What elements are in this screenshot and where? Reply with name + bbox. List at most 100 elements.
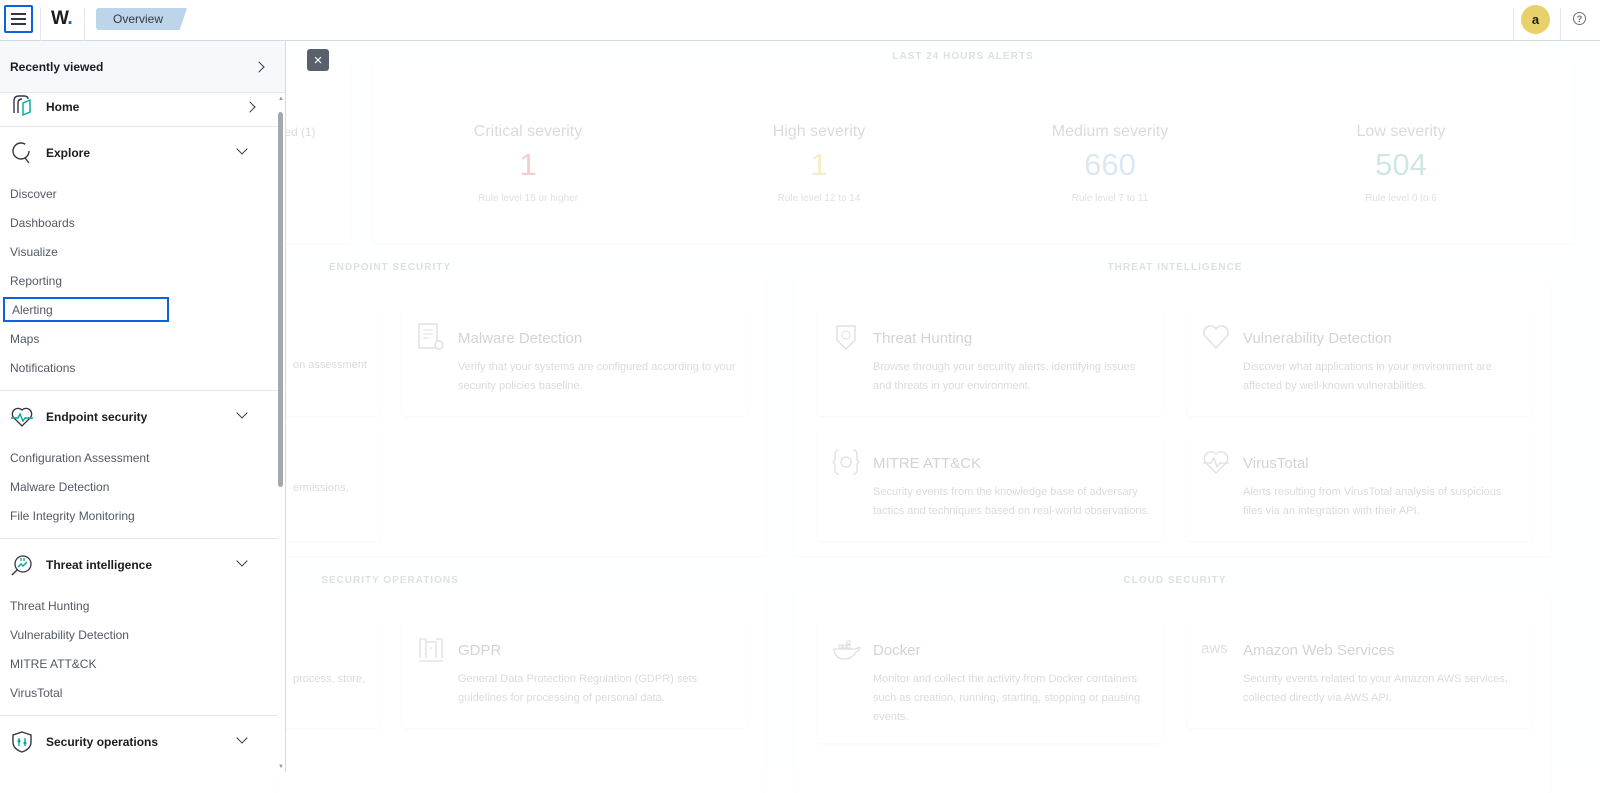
nav-item-file-integrity-monitoring[interactable]: File Integrity Monitoring — [0, 501, 278, 530]
nav-group-endpoint-security[interactable]: Endpoint security — [0, 391, 278, 443]
menu-toggle-button[interactable] — [4, 5, 33, 33]
logo-text: W — [51, 8, 68, 29]
nav-group-label: Threat intelligence — [46, 558, 153, 572]
card-title: Malware Detection — [458, 330, 583, 347]
critical-severity-stat[interactable]: Critical severity 1 Rule level 15 or hig… — [428, 123, 628, 204]
medium-severity-stat[interactable]: Medium severity 660 Rule level 7 to 11 — [1010, 123, 1210, 204]
broken-heart-icon — [1203, 325, 1229, 350]
nav-item-maps[interactable]: Maps — [0, 324, 278, 353]
gdpr-icon — [419, 638, 443, 662]
nav-item-malware-detection[interactable]: Malware Detection — [0, 472, 278, 501]
chevron-down-icon — [236, 555, 248, 567]
nav-item-mitre-attack[interactable]: MITRE ATT&CK — [0, 649, 278, 678]
heartbeat-icon — [1203, 451, 1229, 474]
nav-item-threat-hunting[interactable]: Threat Hunting — [0, 591, 278, 620]
shield-search-icon — [836, 325, 856, 350]
chevron-down-icon — [236, 407, 248, 419]
header-divider — [1560, 8, 1561, 41]
nav-group-label: Endpoint security — [46, 410, 148, 424]
severity-value[interactable]: 660 — [1010, 147, 1210, 183]
severity-value[interactable]: 504 — [1301, 147, 1501, 183]
nav-item-reporting[interactable]: Reporting — [0, 266, 278, 295]
gdpr-card[interactable]: GDPR General Data Protection Regulation … — [402, 618, 747, 728]
overview-page-background: cted (1) LAST 24 HOURS ALERTS Critical s… — [35, 41, 1600, 793]
mitre-attack-card[interactable]: MITRE ATT&CK Security events from the kn… — [817, 431, 1162, 541]
scroll-down-arrow-icon[interactable]: ▼ — [278, 764, 284, 770]
hamburger-icon — [11, 13, 26, 25]
vulnerability-detection-card[interactable]: Vulnerability Detection Discover what ap… — [1187, 306, 1532, 416]
cloud-security-title: CLOUD SECURITY — [1123, 575, 1227, 586]
chevron-right-icon — [244, 101, 256, 113]
nav-group-home[interactable]: Home — [0, 94, 278, 126]
low-severity-stat[interactable]: Low severity 504 Rule level 0 to 6 — [1301, 123, 1501, 204]
virustotal-card[interactable]: VirusTotal Alerts resulting from VirusTo… — [1187, 431, 1532, 541]
docker-whale-icon — [833, 640, 861, 660]
user-avatar[interactable]: a — [1521, 5, 1550, 34]
card-desc: Security events related to your Amazon A… — [1243, 673, 1508, 704]
severity-sub: Rule level 15 or higher — [477, 193, 579, 204]
card-title: Amazon Web Services — [1243, 642, 1395, 659]
nav-scroll-area: Home Explore Discover Dashboards Visuali… — [0, 94, 278, 772]
nav-item-virustotal[interactable]: VirusTotal — [0, 678, 278, 707]
logo-dot: . — [67, 8, 73, 29]
nav-item-discover[interactable]: Discover — [0, 179, 278, 208]
header-divider — [40, 8, 41, 41]
card-desc: Discover what applications in your envir… — [1243, 361, 1492, 392]
nav-item-vulnerability-detection[interactable]: Vulnerability Detection — [0, 620, 278, 649]
endpoint-security-panel: on assessment Malware Detection Verify t… — [35, 281, 765, 556]
security-operations-title: SECURITY OPERATIONS — [321, 575, 459, 586]
security-operations-panel: process, store, GDPR General Data Protec… — [35, 593, 765, 793]
severity-sub: Rule level 12 to 14 — [777, 193, 861, 204]
breadcrumb-overview[interactable]: Overview — [96, 8, 187, 30]
top-header: W. Overview a ? — [0, 0, 1600, 41]
card-desc: General Data Protection Regulation (GDPR… — [458, 673, 698, 704]
threat-hunting-card[interactable]: Threat Hunting Browse through your secur… — [817, 306, 1162, 416]
document-gear-icon — [418, 323, 444, 350]
severity-value[interactable]: 1 — [428, 147, 628, 183]
nav-group-label: Security operations — [46, 735, 159, 749]
last-24h-alerts-panel: LAST 24 HOURS ALERTS Critical severity 1… — [373, 51, 1573, 243]
alerts-section-title: LAST 24 HOURS ALERTS — [892, 51, 1034, 62]
search-icon — [12, 142, 30, 164]
severity-label: High severity — [772, 123, 866, 140]
target-brackets-icon — [832, 449, 860, 475]
severity-label: Critical severity — [473, 123, 583, 140]
recently-viewed-toggle[interactable]: Recently viewed — [0, 41, 285, 93]
nav-group-security-operations[interactable]: Security operations — [0, 716, 278, 768]
severity-sub: Rule level 0 to 6 — [1365, 193, 1437, 204]
header-divider — [84, 8, 85, 41]
nav-item-visualize[interactable]: Visualize — [0, 237, 278, 266]
severity-label: Low severity — [1356, 123, 1446, 140]
nav-group-threat-intelligence[interactable]: Threat intelligence — [0, 539, 278, 591]
close-menu-button[interactable]: × — [307, 49, 329, 71]
malware-detection-card[interactable]: Malware Detection Verify that your syste… — [402, 306, 747, 416]
scrollbar-thumb[interactable] — [278, 112, 283, 487]
nav-scrollbar[interactable]: ▲ ▼ — [277, 94, 285, 772]
severity-value[interactable]: 1 — [719, 147, 919, 183]
card-title: MITRE ATT&CK — [873, 455, 982, 472]
chevron-down-icon — [236, 732, 248, 744]
threat-intelligence-panel: Threat Hunting Browse through your secur… — [795, 281, 1550, 556]
app-logo[interactable]: W. — [51, 8, 73, 30]
card-desc: Browse through your security alerts, ide… — [873, 361, 1136, 392]
recently-viewed-label: Recently viewed — [10, 59, 104, 74]
card-desc: Verify that your systems are configured … — [458, 361, 736, 392]
help-icon[interactable]: ? — [1573, 12, 1586, 25]
docker-card[interactable]: Docker Monitor and collect the activity … — [817, 618, 1162, 743]
shield-icon — [12, 731, 32, 753]
severity-label: Medium severity — [1051, 123, 1169, 140]
card-title: VirusTotal — [1243, 455, 1309, 472]
aws-icon: aws — [1201, 640, 1228, 657]
nav-item-notifications[interactable]: Notifications — [0, 353, 278, 382]
nav-group-explore[interactable]: Explore — [0, 127, 278, 179]
nav-item-alerting[interactable]: Alerting — [3, 297, 169, 322]
nav-group-label: Explore — [46, 146, 91, 160]
aws-card[interactable]: aws Amazon Web Services Security events … — [1187, 618, 1532, 728]
card-desc: ermissions, — [293, 482, 349, 494]
endpoint-security-title: ENDPOINT SECURITY — [328, 262, 451, 273]
high-severity-stat[interactable]: High severity 1 Rule level 12 to 14 — [719, 123, 919, 204]
chevron-right-icon — [253, 61, 265, 73]
scroll-up-arrow-icon[interactable]: ▲ — [278, 96, 284, 102]
nav-item-dashboards[interactable]: Dashboards — [0, 208, 278, 237]
nav-item-configuration-assessment[interactable]: Configuration Assessment — [0, 443, 278, 472]
